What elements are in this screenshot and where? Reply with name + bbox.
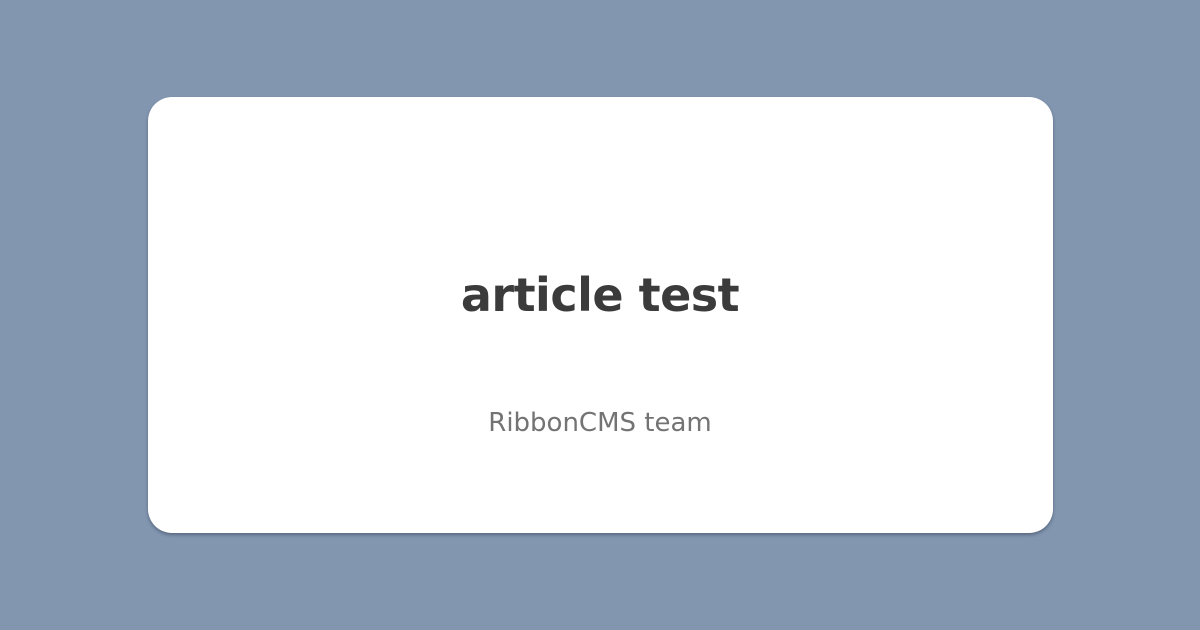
article-title: article test bbox=[460, 268, 740, 322]
article-author: RibbonCMS team bbox=[488, 408, 712, 438]
og-image-canvas: { "card": { "title": "article test", "au… bbox=[0, 0, 1200, 630]
